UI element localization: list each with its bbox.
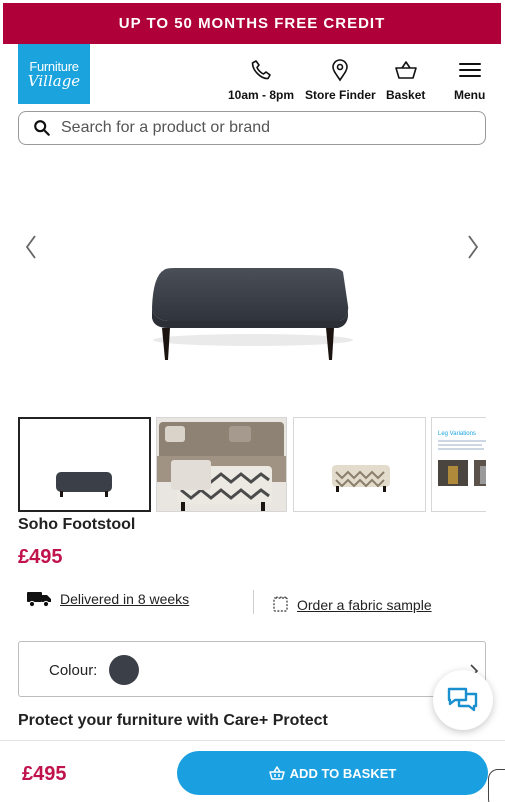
thumbnail-1-image xyxy=(56,472,112,497)
thumbnail-1[interactable] xyxy=(18,417,151,512)
add-to-basket-button[interactable]: ADD TO BASKET xyxy=(177,751,488,795)
furniture-village-logo[interactable]: Furniture Village xyxy=(18,44,90,104)
menu-label: Menu xyxy=(454,88,486,102)
sticky-add-to-basket-bar: £495 ADD TO BASKET xyxy=(0,740,505,802)
promo-banner[interactable]: UP TO 50 MONTHS FREE CREDIT xyxy=(3,3,501,44)
search-icon xyxy=(34,120,50,136)
colour-label: Colour: xyxy=(49,662,98,679)
sticky-price: £495 xyxy=(22,763,67,785)
chat-button[interactable] xyxy=(433,670,493,730)
thumbnail-3[interactable] xyxy=(293,417,426,512)
promo-text: UP TO 50 MONTHS FREE CREDIT xyxy=(118,15,386,32)
menu-button[interactable]: Menu xyxy=(454,58,485,102)
gallery-next-button[interactable] xyxy=(461,230,485,264)
chevron-right-icon xyxy=(468,235,479,259)
fabric-sample-link[interactable]: Order a fabric sample xyxy=(272,596,432,613)
store-finder-label: Store Finder xyxy=(305,88,376,102)
basket-icon xyxy=(268,766,285,780)
thumbnail-4[interactable]: Leg Variations xyxy=(431,417,486,512)
store-finder-link[interactable]: Store Finder xyxy=(305,58,376,102)
thumbnail-4-image: Leg Variations xyxy=(438,431,486,486)
logo-line1: Furniture xyxy=(29,58,79,74)
info-divider xyxy=(253,590,254,614)
chevron-left-icon xyxy=(25,235,36,259)
delivery-text: Delivered in 8 weeks xyxy=(60,591,190,607)
site-header: Furniture Village 10am - 8pm Store Finde… xyxy=(0,44,505,106)
thumbnail-4-title: Leg Variations xyxy=(438,431,476,437)
add-to-basket-label: ADD TO BASKET xyxy=(289,765,397,781)
thumbnail-2[interactable] xyxy=(156,417,287,512)
hamburger-icon xyxy=(458,63,481,77)
chat-icon xyxy=(447,687,478,712)
search-input[interactable] xyxy=(61,119,461,137)
product-price: £495 xyxy=(18,546,63,568)
gallery-prev-button[interactable] xyxy=(19,230,43,264)
search-bar[interactable] xyxy=(18,111,486,145)
product-title: Soho Footstool xyxy=(18,516,136,533)
colour-selector[interactable]: Colour: xyxy=(18,641,486,697)
phone-hours-link[interactable]: 10am - 8pm xyxy=(228,58,294,102)
offscreen-widget-edge[interactable] xyxy=(488,769,505,802)
main-product-image[interactable] xyxy=(140,258,366,368)
basket-icon xyxy=(394,61,417,79)
delivery-info-link[interactable]: Delivered in 8 weeks xyxy=(26,590,189,608)
basket-link[interactable]: Basket xyxy=(386,58,425,102)
thumbnail-strip: Leg Variations xyxy=(18,417,486,513)
map-pin-icon xyxy=(332,59,349,82)
phone-hours-label: 10am - 8pm xyxy=(228,88,295,102)
basket-label: Basket xyxy=(386,88,426,102)
fabric-sample-text: Order a fabric sample xyxy=(297,596,432,613)
thumbnail-2-image xyxy=(157,418,286,511)
care-protect-heading: Protect your furniture with Care+ Protec… xyxy=(18,712,328,729)
fabric-swatch-icon xyxy=(273,596,288,612)
phone-icon xyxy=(251,60,271,80)
thumbnail-3-image xyxy=(332,465,390,492)
logo-line2: Village xyxy=(27,71,81,90)
truck-icon xyxy=(27,592,51,608)
colour-swatch[interactable] xyxy=(109,655,139,685)
